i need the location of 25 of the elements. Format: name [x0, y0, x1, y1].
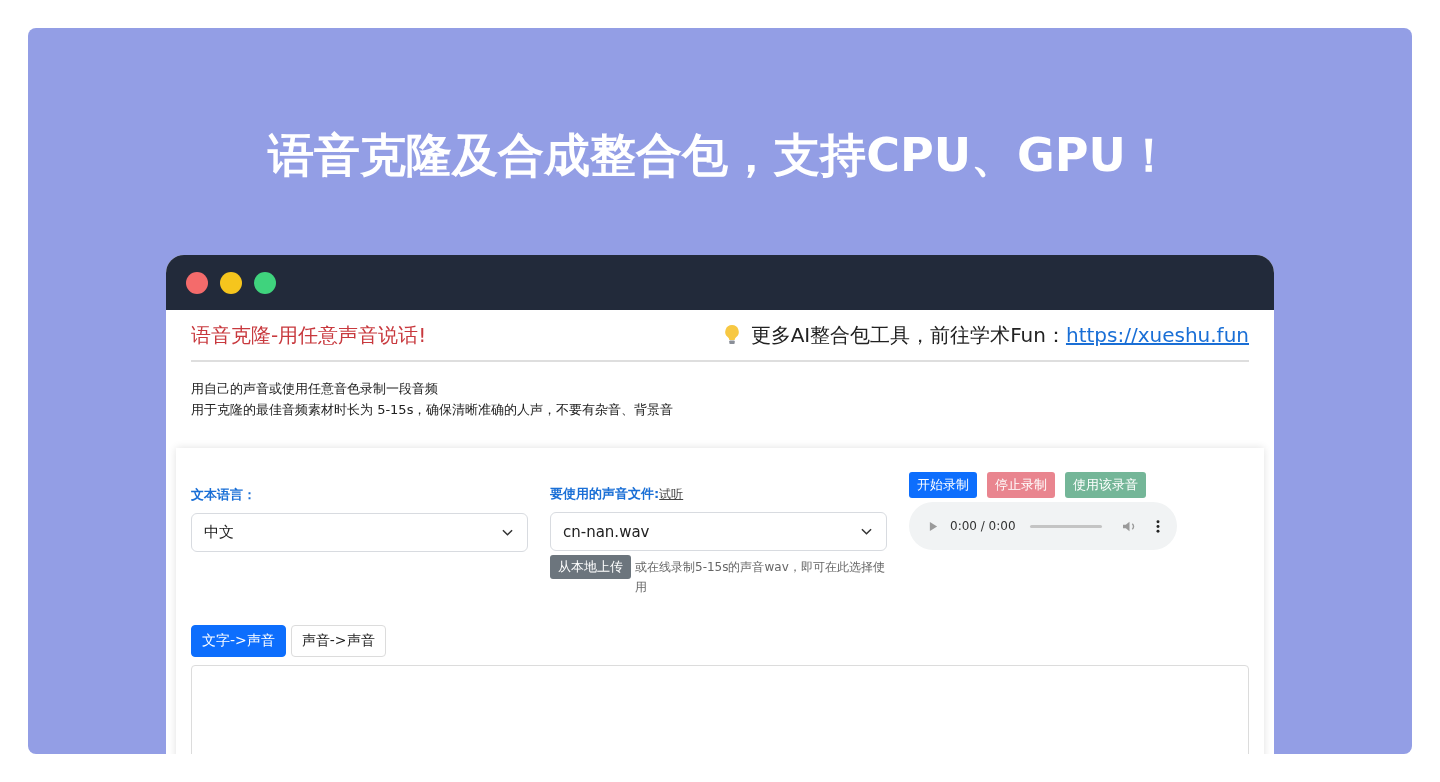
chevron-down-icon — [861, 527, 872, 536]
maximize-dot-icon[interactable] — [254, 271, 276, 294]
intro-text: 用自己的声音或使用任意音色录制一段音频 — [191, 380, 439, 398]
language-select[interactable]: 中文 — [191, 513, 528, 552]
record-button[interactable]: 开始录制 — [909, 472, 977, 498]
website-link[interactable]: https://xueshu.fun — [1065, 323, 1249, 347]
chevron-down-icon — [502, 528, 513, 537]
lightbulb-icon — [722, 324, 741, 346]
upload-hint: 或在线录制5-15s的声音wav，即可在此选择使用 — [635, 559, 886, 596]
audio-time: 0:00 / 0:00 — [950, 519, 1016, 533]
close-dot-icon[interactable] — [186, 271, 208, 294]
intro-text: 用于克隆的最佳音频素材时长为 5-15s，确保清晰准确的人声，不要有杂音、背景音 — [191, 401, 675, 419]
more-icon[interactable] — [1155, 519, 1160, 533]
mode-tab[interactable]: 声音->声音 — [290, 625, 386, 657]
voice-file-label: 要使用的声音文件: — [550, 485, 660, 503]
upload-button[interactable]: 从本地上传 — [550, 555, 631, 579]
minimize-dot-icon[interactable] — [220, 271, 242, 294]
voice-file-select[interactable]: cn-nan.wav — [550, 512, 887, 551]
audio-progress-track[interactable] — [1029, 524, 1102, 528]
promo-text: 更多AI整合包工具，前往学术Fun： — [750, 321, 1066, 349]
language-label: 文本语言： — [191, 486, 256, 504]
banner-title: 语音克隆及合成整合包，支持CPU、GPU！ — [268, 127, 1172, 184]
listen-link[interactable]: 试听 — [659, 486, 684, 503]
page-title: 语音克隆-用任意声音说话! — [191, 321, 427, 349]
mode-tab[interactable]: 文字->声音 — [191, 625, 286, 657]
